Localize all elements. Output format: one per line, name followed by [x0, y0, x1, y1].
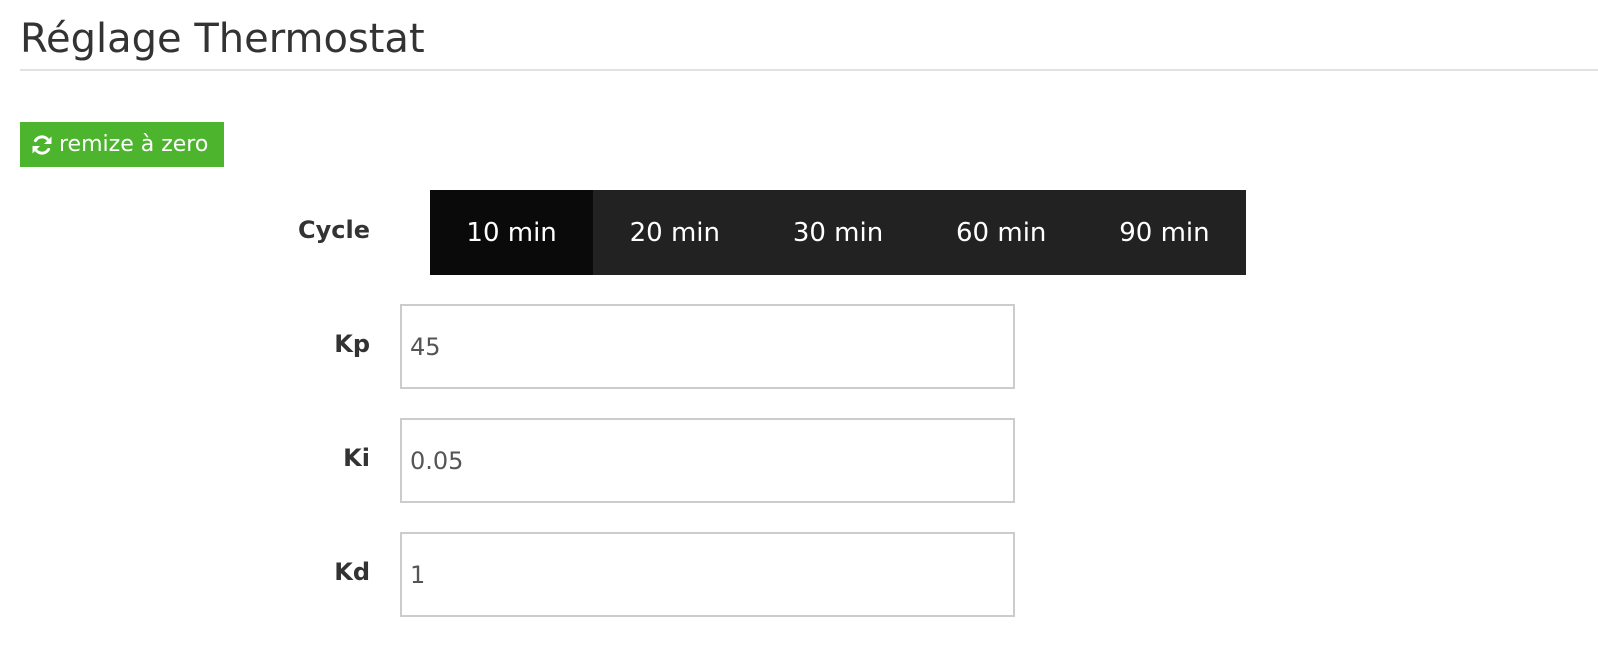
reset-button-label: remize à zero	[59, 132, 209, 157]
cycle-option-90-min[interactable]: 90 min	[1082, 190, 1247, 275]
cycle-selector: 10 min 20 min 30 min 60 min 90 min	[430, 190, 1247, 275]
cycle-option-30-min[interactable]: 30 min	[756, 190, 920, 275]
cycle-label: Cycle	[298, 216, 370, 244]
ki-label: Ki	[343, 444, 370, 472]
reset-button[interactable]: remize à zero	[20, 122, 224, 167]
kd-label: Kd	[334, 558, 370, 586]
kp-input[interactable]	[400, 304, 1015, 389]
kd-input[interactable]	[400, 532, 1015, 617]
title-divider	[20, 69, 1598, 71]
cycle-option-10-min[interactable]: 10 min	[430, 190, 594, 275]
refresh-icon	[30, 133, 54, 157]
page-title: Réglage Thermostat	[20, 16, 425, 62]
kp-label: Kp	[334, 330, 370, 358]
cycle-option-20-min[interactable]: 20 min	[593, 190, 757, 275]
cycle-option-60-min[interactable]: 60 min	[919, 190, 1083, 275]
ki-input[interactable]	[400, 418, 1015, 503]
